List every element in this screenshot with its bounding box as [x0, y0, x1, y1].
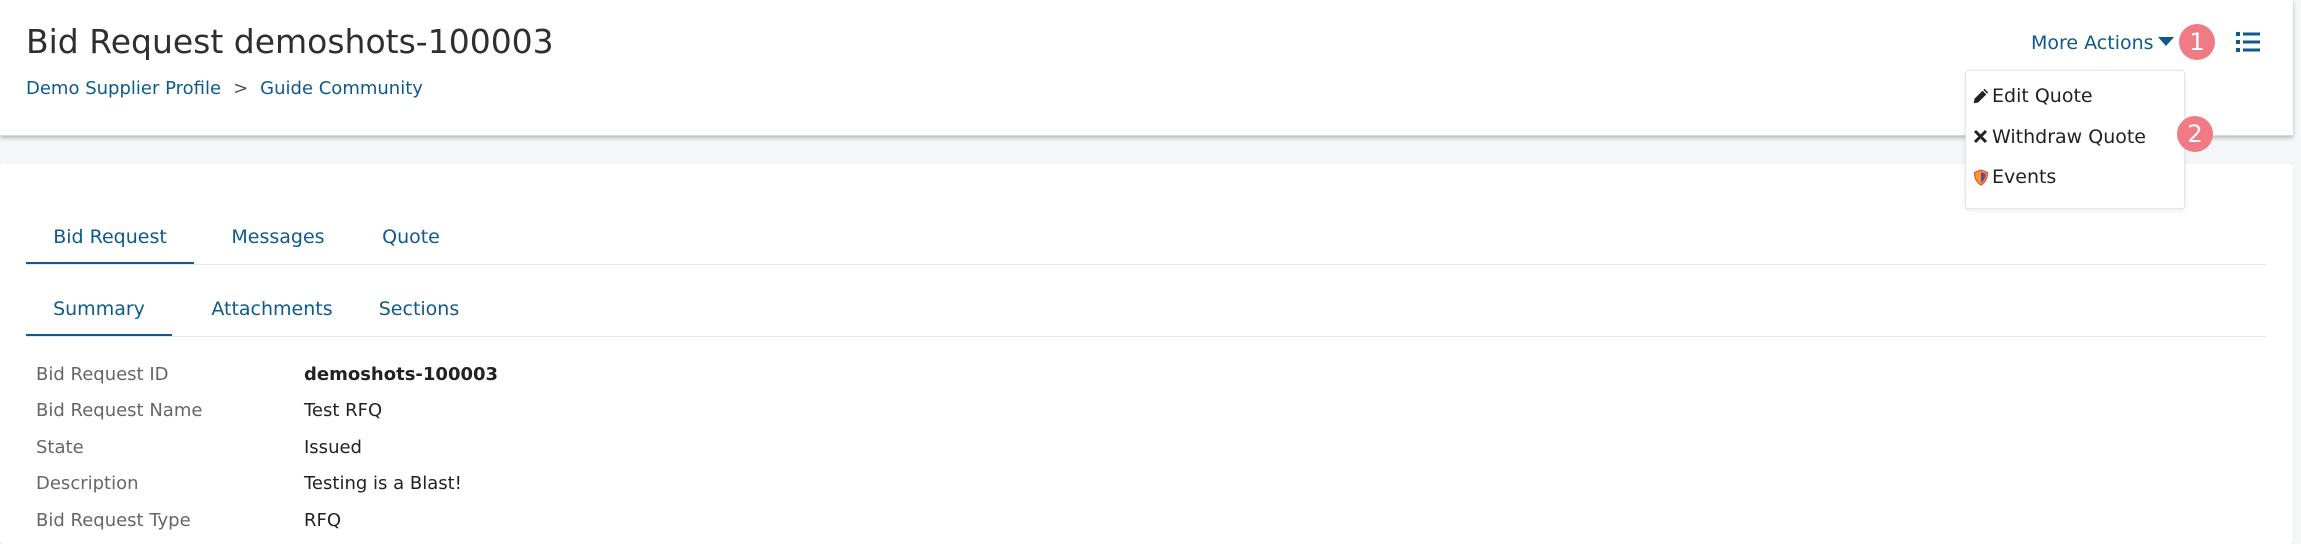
detail-value: Issued [304, 437, 362, 458]
detail-value: RFQ [304, 510, 342, 531]
edit-quote-label: Edit Quote [1992, 85, 2093, 107]
detail-value: demoshots-100003 [304, 364, 499, 385]
breadcrumb-separator: > [233, 78, 249, 99]
breadcrumb-guide-community[interactable]: Guide Community [260, 78, 423, 99]
page-header: Bid Request demoshots-100003 Demo Suppli… [0, 0, 2293, 136]
tab-bid-request[interactable]: Bid Request [26, 224, 194, 264]
annotation-badge-2: 2 [2177, 116, 2213, 152]
more-actions-label: More Actions [2031, 32, 2154, 54]
more-actions-button[interactable]: More Actions [2031, 32, 2174, 54]
detail-label: Bid Request Name [36, 400, 203, 421]
withdraw-quote-label: Withdraw Quote [1992, 126, 2146, 148]
tab-messages[interactable]: Messages [194, 224, 362, 262]
detail-value: Testing is a Blast! [304, 473, 462, 494]
events-label: Events [1992, 166, 2057, 188]
edit-quote-menu-item[interactable]: Edit Quote [1973, 85, 2093, 107]
tab-sections[interactable]: Sections [356, 296, 482, 334]
detail-label: State [36, 437, 84, 458]
tab-summary[interactable]: Summary [26, 296, 172, 336]
tab-quote[interactable]: Quote [346, 224, 476, 262]
events-menu-item[interactable]: Events [1973, 166, 2057, 188]
primary-tabs: Bid Request Messages Quote [26, 224, 2266, 265]
detail-label: Description [36, 473, 139, 494]
more-actions-dropdown: Edit Quote Withdraw Quote Events [1965, 70, 2185, 209]
tab-attachments[interactable]: Attachments [192, 296, 352, 334]
breadcrumb: Demo Supplier Profile > Guide Community [26, 78, 423, 99]
caret-down-icon [2157, 37, 2174, 46]
page-title: Bid Request demoshots-100003 [26, 22, 554, 61]
secondary-tabs: Summary Attachments Sections [26, 296, 2266, 337]
detail-value: Test RFQ [304, 400, 383, 421]
breadcrumb-supplier-profile[interactable]: Demo Supplier Profile [26, 78, 221, 99]
close-icon [1973, 129, 1988, 144]
shield-icon [1973, 169, 1989, 186]
pencil-icon [1973, 88, 1989, 104]
content-panel: Bid Request Messages Quote Summary Attac… [0, 164, 2293, 544]
detail-label: Bid Request Type [36, 510, 191, 531]
detail-label: Bid Request ID [36, 364, 169, 385]
annotation-badge-1: 1 [2179, 24, 2215, 60]
list-icon[interactable] [2236, 31, 2260, 53]
withdraw-quote-menu-item[interactable]: Withdraw Quote [1973, 126, 2146, 148]
